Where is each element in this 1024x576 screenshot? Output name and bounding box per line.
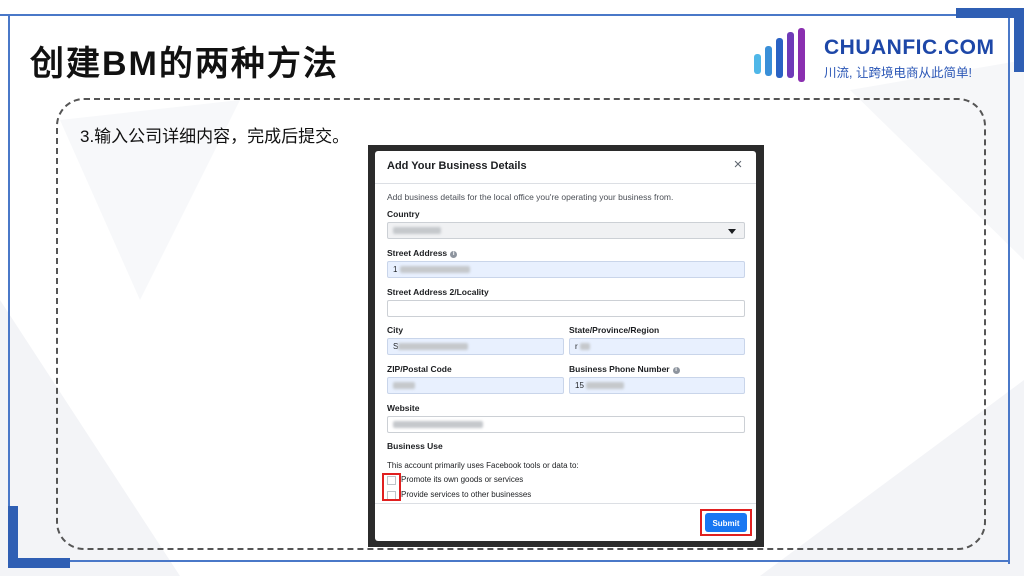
frame-line-left xyxy=(8,16,10,506)
frame-line-top xyxy=(0,14,960,16)
redacted-value xyxy=(393,421,483,429)
state-label: State/Province/Region xyxy=(569,325,660,335)
website-label: Website xyxy=(387,403,420,413)
redacted-value xyxy=(393,382,415,390)
other-businesses-option-label[interactable]: Provide services to other businesses xyxy=(401,490,531,499)
dialog-footer-divider xyxy=(375,503,756,504)
info-icon: i xyxy=(672,367,680,374)
country-select[interactable] xyxy=(387,222,745,239)
dialog-title: Add Your Business Details xyxy=(387,160,527,172)
business-use-question: This account primarily uses Facebook too… xyxy=(387,461,579,470)
submit-button[interactable]: Submit xyxy=(705,513,747,532)
brand-logo: CHUANFIC.COM 川流, 让跨境电商从此简单! xyxy=(752,28,994,84)
zip-label: ZIP/Postal Code xyxy=(387,364,452,374)
phone-label: Business Phone Number i xyxy=(569,364,680,374)
website-input[interactable] xyxy=(387,416,745,433)
street-address-2-label: Street Address 2/Locality xyxy=(387,287,489,297)
dialog-description: Add business details for the local offic… xyxy=(387,192,674,202)
state-input[interactable]: r xyxy=(569,338,745,355)
frame-line-right xyxy=(1008,14,1010,564)
zip-input[interactable] xyxy=(387,377,564,394)
checkbox-highlight xyxy=(382,473,401,501)
city-input[interactable]: S xyxy=(387,338,564,355)
redacted-value xyxy=(579,343,590,351)
slide-title: 创建BM的两种方法 xyxy=(30,45,339,83)
redacted-value xyxy=(398,343,469,351)
redacted-value xyxy=(399,266,470,274)
step-instruction: 3.输入公司详细内容，完成后提交。 xyxy=(80,127,350,146)
logo-slogan: 川流, 让跨境电商从此简单! xyxy=(824,66,972,80)
close-icon[interactable]: × xyxy=(730,157,746,173)
phone-input[interactable]: 15 xyxy=(569,377,745,394)
redacted-value xyxy=(586,382,625,390)
dialog-header: Add Your Business Details × xyxy=(375,151,756,184)
frame-line-bottom xyxy=(64,560,1010,562)
own-goods-option-label[interactable]: Promote its own goods or services xyxy=(401,475,523,484)
business-use-label: Business Use xyxy=(387,441,443,451)
screenshot-frame: Add Your Business Details × Add business… xyxy=(368,145,764,547)
redacted-value xyxy=(393,227,441,235)
logo-name: CHUANFIC.COM xyxy=(824,36,995,59)
chevron-down-icon xyxy=(728,229,736,234)
street-address-2-input[interactable] xyxy=(387,300,745,317)
logo-bars-icon xyxy=(754,28,805,82)
info-icon: i xyxy=(450,251,458,258)
city-label: City xyxy=(387,325,404,335)
street-address-label: Street Address i xyxy=(387,248,458,258)
country-label: Country xyxy=(387,209,420,219)
street-address-input[interactable]: 1 xyxy=(387,261,745,278)
business-details-dialog: Add Your Business Details × Add business… xyxy=(375,151,756,541)
